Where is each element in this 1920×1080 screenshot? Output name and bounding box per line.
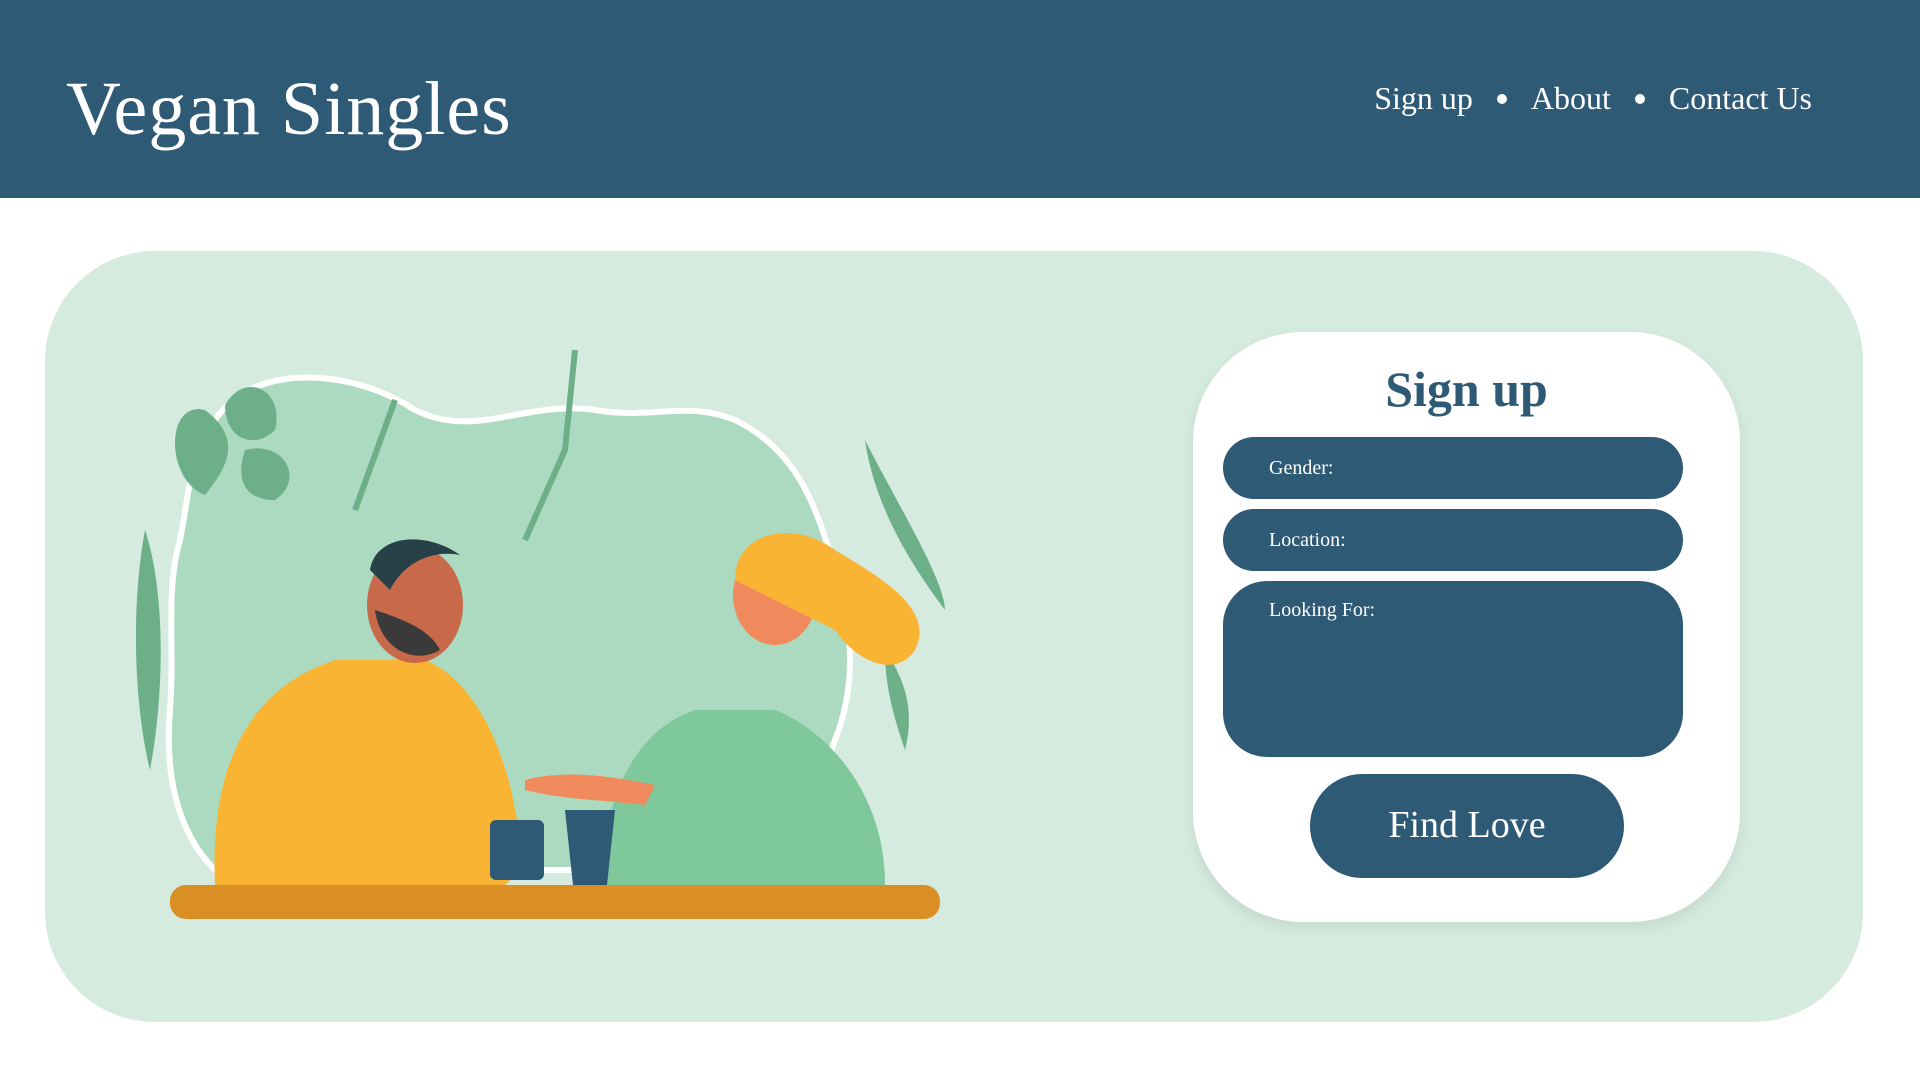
- signup-title: Sign up: [1385, 361, 1548, 417]
- nav-separator-dot: [1496, 93, 1507, 104]
- nav-link-contact[interactable]: Contact Us: [1669, 80, 1812, 117]
- main-nav: Sign up About Contact Us: [1374, 80, 1812, 117]
- table: [170, 885, 940, 919]
- nav-separator-dot: [1634, 93, 1645, 104]
- couple-date-illustration: [135, 349, 945, 919]
- nav-link-signup[interactable]: Sign up: [1374, 80, 1473, 117]
- site-title[interactable]: Vegan Singles: [66, 67, 512, 152]
- gender-field[interactable]: Gender:: [1223, 437, 1683, 499]
- cup: [565, 810, 615, 885]
- tall-leaf-left: [135, 530, 161, 770]
- looking-for-field[interactable]: Looking For:: [1223, 581, 1683, 757]
- site-header: Vegan Singles Sign up About Contact Us: [0, 0, 1920, 198]
- signup-card: Sign up Gender: Location: Looking For: F…: [1193, 332, 1740, 922]
- nav-link-about[interactable]: About: [1531, 80, 1611, 117]
- find-love-button[interactable]: Find Love: [1310, 774, 1624, 878]
- location-field[interactable]: Location:: [1223, 509, 1683, 571]
